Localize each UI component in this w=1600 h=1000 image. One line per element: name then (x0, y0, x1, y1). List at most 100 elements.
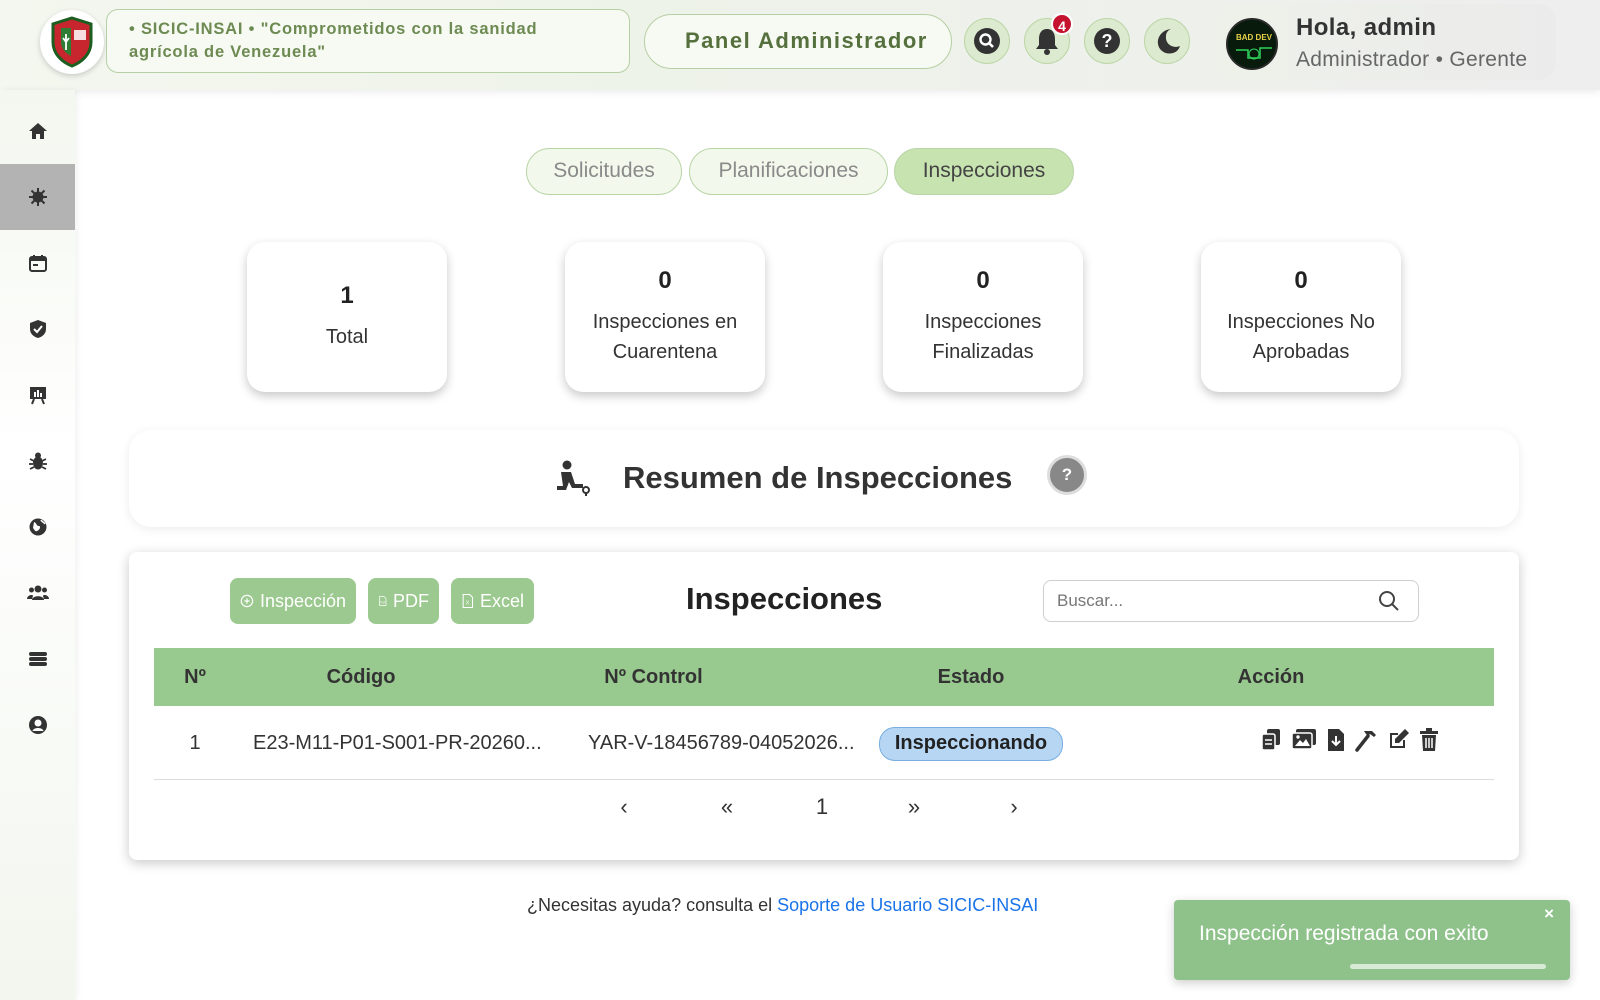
dark-mode-toggle[interactable] (1144, 18, 1190, 64)
help-button[interactable]: ? (1084, 18, 1130, 64)
stat-label: Inspecciones Finalizadas (924, 311, 1042, 363)
copy-icon[interactable] (1260, 728, 1282, 752)
panel-title: Panel Administrador (644, 14, 952, 69)
notification-badge: 4 (1051, 13, 1073, 35)
svg-text:?: ? (1102, 31, 1113, 51)
shield-logo-icon (51, 16, 93, 68)
summary-panel: Resumen de Inspecciones ? (129, 430, 1519, 527)
globe-icon (29, 518, 46, 536)
sidebar-item-servers[interactable] (0, 626, 75, 692)
insai-logo[interactable] (40, 10, 104, 74)
pagination-last[interactable]: » (894, 794, 934, 820)
sidebar-item-calendar[interactable] (0, 230, 75, 296)
toast-progress-bar (1350, 964, 1546, 969)
table-title: Inspecciones (686, 581, 883, 616)
status-badge: Inspeccionando (878, 727, 1064, 761)
trash-icon[interactable] (1419, 728, 1439, 752)
virus-icon (28, 188, 47, 206)
calendar-icon (28, 255, 47, 272)
stat-card-total: 1 Total (247, 242, 447, 392)
stat-value: 0 (976, 267, 990, 294)
sidebar-item-virus[interactable] (0, 164, 75, 230)
stat-card-cuarentena: 0 Inspecciones en Cuarentena (565, 242, 765, 392)
sidebar-item-globe[interactable] (0, 494, 75, 560)
avatar-image: BAD DEV (1228, 20, 1276, 68)
inspections-table-card: Inspección PDF PDF X Excel Inspecciones … (129, 552, 1519, 860)
sidebar-item-reports[interactable] (0, 362, 75, 428)
add-inspection-label: Inspección (259, 590, 346, 611)
shield-check-icon (29, 320, 46, 338)
avatar: BAD DEV (1226, 18, 1278, 70)
stat-value: 0 (658, 267, 672, 294)
search-input[interactable]: Buscar... (1043, 580, 1419, 622)
sidebar-item-home[interactable] (0, 98, 75, 164)
toast-close-button[interactable]: × (1544, 904, 1554, 924)
export-excel-label: Excel (479, 590, 524, 611)
svg-text:PDF: PDF (380, 601, 386, 605)
export-excel-button[interactable]: X Excel (451, 578, 534, 624)
toast-message: Inspección registrada con exito (1199, 922, 1489, 945)
user-menu[interactable]: BAD DEV Hola, admin Administrador • Gere… (1216, 4, 1556, 80)
stat-label: Total (325, 326, 369, 348)
help-text: ¿Necesitas ayuda? consulta el (527, 895, 778, 915)
pagination-page[interactable]: 1 (812, 794, 832, 820)
download-icon[interactable] (1326, 728, 1346, 752)
users-icon (26, 585, 49, 600)
plus-circle-icon (240, 594, 254, 608)
tab-inspecciones[interactable]: Inspecciones (894, 148, 1074, 195)
sidebar-item-profile[interactable] (0, 692, 75, 758)
stat-card-finalizadas: 0 Inspecciones Finalizadas (883, 242, 1083, 392)
user-icon (28, 716, 47, 734)
column-header[interactable]: Estado (821, 648, 1121, 706)
sidebar-item-users[interactable] (0, 560, 75, 626)
search-button[interactable] (964, 18, 1010, 64)
search-placeholder: Buscar... (1057, 591, 1124, 610)
user-greeting: Hola, admin (1296, 14, 1437, 41)
bug-icon (28, 452, 47, 470)
hammer-icon[interactable] (1355, 728, 1379, 752)
table-header: Nº Código Nº Control Estado Acción (154, 648, 1494, 706)
pagination-next[interactable]: › (999, 794, 1029, 820)
tab-solicitudes[interactable]: Solicitudes (526, 148, 682, 195)
tab-planificaciones[interactable]: Planificaciones (689, 148, 888, 195)
svg-text:BAD DEV: BAD DEV (1236, 33, 1273, 42)
user-role: Administrador • Gerente (1296, 48, 1528, 71)
excel-file-icon: X (462, 594, 474, 608)
server-icon (28, 652, 47, 666)
notifications-button[interactable]: 4 (1024, 13, 1073, 64)
home-icon (28, 123, 47, 139)
svg-text:X: X (466, 601, 470, 607)
sidebar (0, 90, 75, 1000)
edit-icon[interactable] (1388, 728, 1410, 750)
add-inspection-button[interactable]: Inspección (230, 578, 356, 624)
column-header[interactable]: Nº (154, 648, 236, 706)
images-icon[interactable] (1291, 728, 1317, 752)
cell-number: 1 (189, 732, 201, 754)
stat-label: Inspecciones No Aprobadas (1227, 311, 1375, 363)
stat-value: 0 (1294, 267, 1308, 294)
column-header[interactable]: Acción (1121, 648, 1421, 706)
stat-value: 1 (340, 282, 354, 309)
help-icon: ? (1094, 28, 1120, 54)
motto-banner: • SICIC-INSAI • "Comprometidos con la sa… (106, 9, 630, 73)
sidebar-item-shield[interactable] (0, 296, 75, 362)
summary-help-button[interactable]: ? (1047, 455, 1087, 495)
stat-label: Inspecciones en Cuarentena (592, 311, 738, 363)
row-actions (1260, 728, 1439, 752)
column-header[interactable]: Nº Control (486, 648, 821, 706)
stat-card-no-aprobadas: 0 Inspecciones No Aprobadas (1201, 242, 1401, 392)
cell-codigo: E23-M11-P01-S001-PR-20260... (253, 732, 542, 754)
success-toast: Inspección registrada con exito × (1174, 900, 1570, 980)
summary-title: Resumen de Inspecciones (623, 460, 1013, 495)
sidebar-item-pests[interactable] (0, 428, 75, 494)
table-row: 1 E23-M11-P01-S001-PR-20260... YAR-V-184… (154, 706, 1494, 780)
support-link[interactable]: Soporte de Usuario SICIC-INSAI (777, 895, 1038, 915)
pagination-prev[interactable]: ‹ (609, 794, 639, 820)
moon-icon (1157, 29, 1180, 54)
column-header[interactable]: Código (236, 648, 486, 706)
cell-estado: Inspeccionando (821, 706, 1121, 780)
export-pdf-button[interactable]: PDF PDF (368, 578, 439, 624)
top-header: • SICIC-INSAI • "Comprometidos con la sa… (0, 0, 1600, 90)
search-icon (1379, 591, 1399, 611)
pagination-first[interactable]: « (707, 794, 747, 820)
